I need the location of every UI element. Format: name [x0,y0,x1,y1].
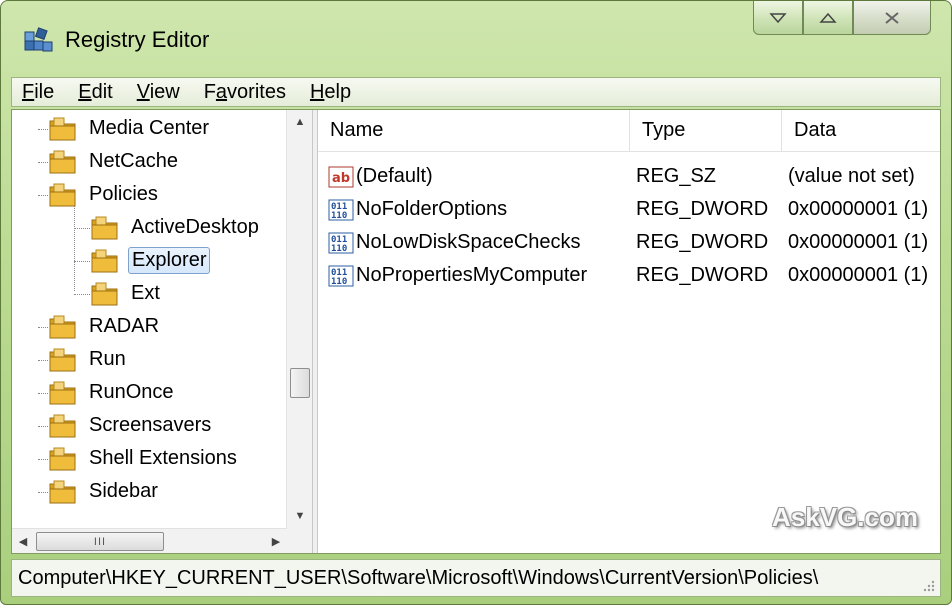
value-name: (Default) [356,165,433,187]
tree-item[interactable]: NetCache [48,145,181,178]
tree-item-label: RunOnce [89,381,174,403]
binary-value-icon: 011110 [328,199,354,221]
scroll-grip: III [93,535,107,548]
folder-icon [49,414,76,438]
tree-item[interactable]: ActiveDesktop [90,211,262,244]
folder-icon [49,480,76,504]
scroll-down-arrow-icon[interactable]: ▼ [287,504,312,528]
maximize-button[interactable] [803,1,853,35]
tree-item[interactable]: Run [48,343,129,376]
minimize-button[interactable] [753,1,803,35]
scroll-right-arrow-icon[interactable]: ▶ [265,529,287,553]
registry-editor-window: Registry Editor File Edit View Favorites… [0,0,952,605]
tree-item-label: Sidebar [89,480,158,502]
column-header-name[interactable]: Name [318,110,630,152]
folder-icon [49,348,76,372]
folder-icon [49,117,76,141]
close-button[interactable] [853,1,931,35]
minimize-icon [769,12,787,23]
folder-icon [91,216,118,240]
menu-help[interactable]: Help [310,81,351,104]
tree-vertical-scrollbar[interactable]: ▲ ▼ [286,110,312,528]
status-bar: Computer\HKEY_CURRENT_USER\Software\Micr… [11,559,941,597]
svg-text:ab: ab [332,171,350,186]
tree-vertical-scroll-thumb[interactable] [290,368,310,398]
value-data: (value not set) [788,165,915,187]
value-name: NoPropertiesMyComputer [356,264,588,286]
tree-item[interactable]: Screensavers [48,409,214,442]
key-tree-pane: Media Center NetCache Policies ActiveDeskto… [12,110,312,553]
tree-item[interactable]: Policies [48,178,161,211]
binary-value-icon: 011110 [328,265,354,287]
value-type: REG_SZ [636,165,717,187]
tree-item-label: Explorer [128,247,211,274]
svg-text:110: 110 [331,211,347,221]
tree-item-label: Screensavers [89,414,212,436]
status-key-path: Computer\HKEY_CURRENT_USER\Software\Micr… [18,566,819,589]
tree-item-label: NetCache [89,150,178,172]
folder-icon [91,249,118,273]
value-data: 0x00000001 (1) [788,198,929,220]
maximize-icon [819,12,837,23]
value-data: 0x00000001 (1) [788,231,929,253]
folder-icon [49,150,76,174]
tree-item[interactable]: Media Center [48,112,212,145]
binary-value-icon: 011110 [328,232,354,254]
caption-buttons [753,1,931,37]
tree-item-label: ActiveDesktop [131,216,259,238]
scroll-left-arrow-icon[interactable]: ◀ [12,529,34,553]
tree-item[interactable]: Explorer [90,244,211,277]
folder-icon [49,447,76,471]
tree-item[interactable]: Shell Extensions [48,442,240,475]
scrollbar-corner [287,528,312,553]
folder-icon [91,282,118,306]
values-pane: Name Type Data ab (Default) REG_SZ (value n… [318,110,940,553]
string-value-icon: ab [328,166,354,187]
title-bar[interactable]: Registry Editor [1,1,951,69]
tree-horizontal-scrollbar[interactable]: ◀ III ▶ [12,528,287,553]
menu-bar: File Edit View Favorites Help [11,77,941,107]
tree-item-label: Policies [89,183,158,205]
column-header-data[interactable]: Data [782,110,940,152]
tree-item[interactable]: RunOnce [48,376,177,409]
folder-icon [49,183,76,207]
value-name: NoFolderOptions [356,198,508,220]
window-title: Registry Editor [65,27,210,52]
main-content: Media Center NetCache Policies ActiveDeskto… [11,109,941,554]
value-type: REG_DWORD [636,198,769,220]
svg-text:110: 110 [331,244,347,254]
value-row[interactable]: 011 110 NoFolderOptions REG_DWORD 0x00000001… [318,193,940,226]
value-row[interactable]: 011 110 NoPropertiesMyComputer REG_DWORD 0x0… [318,259,940,292]
menu-favorites[interactable]: Favorites [204,81,286,104]
scroll-up-arrow-icon[interactable]: ▲ [287,110,312,134]
tree-horizontal-scroll-thumb[interactable]: III [36,532,164,551]
folder-icon [49,381,76,405]
column-header-type[interactable]: Type [630,110,782,152]
close-icon [885,11,899,24]
value-name: NoLowDiskSpaceChecks [356,231,581,253]
value-row[interactable]: 011 110 NoLowDiskSpaceChecks REG_DWORD 0x000… [318,226,940,259]
key-tree: Media Center NetCache Policies ActiveDeskto… [12,110,287,528]
resize-grip-icon[interactable] [922,579,936,593]
tree-item[interactable]: RADAR [48,310,162,343]
value-row[interactable]: ab (Default) REG_SZ (value not set) [318,160,940,193]
value-data: 0x00000001 (1) [788,264,929,286]
watermark: AskVG.com [772,502,918,532]
tree-item-label: Media Center [89,117,210,139]
tree-item[interactable]: Sidebar [48,475,161,508]
menu-view[interactable]: View [137,81,180,104]
tree-item-label: Ext [131,282,160,304]
value-type: REG_DWORD [636,264,769,286]
registry-editor-app-icon [24,27,53,52]
value-type: REG_DWORD [636,231,769,253]
tree-item-label: Shell Extensions [89,447,237,469]
folder-icon [49,315,76,339]
tree-item-label: Run [89,348,126,370]
tree-item[interactable]: Ext [90,277,163,310]
menu-file[interactable]: File [22,81,54,104]
menu-edit[interactable]: Edit [78,81,112,104]
tree-item-label: RADAR [89,315,160,337]
svg-text:110: 110 [331,277,347,287]
